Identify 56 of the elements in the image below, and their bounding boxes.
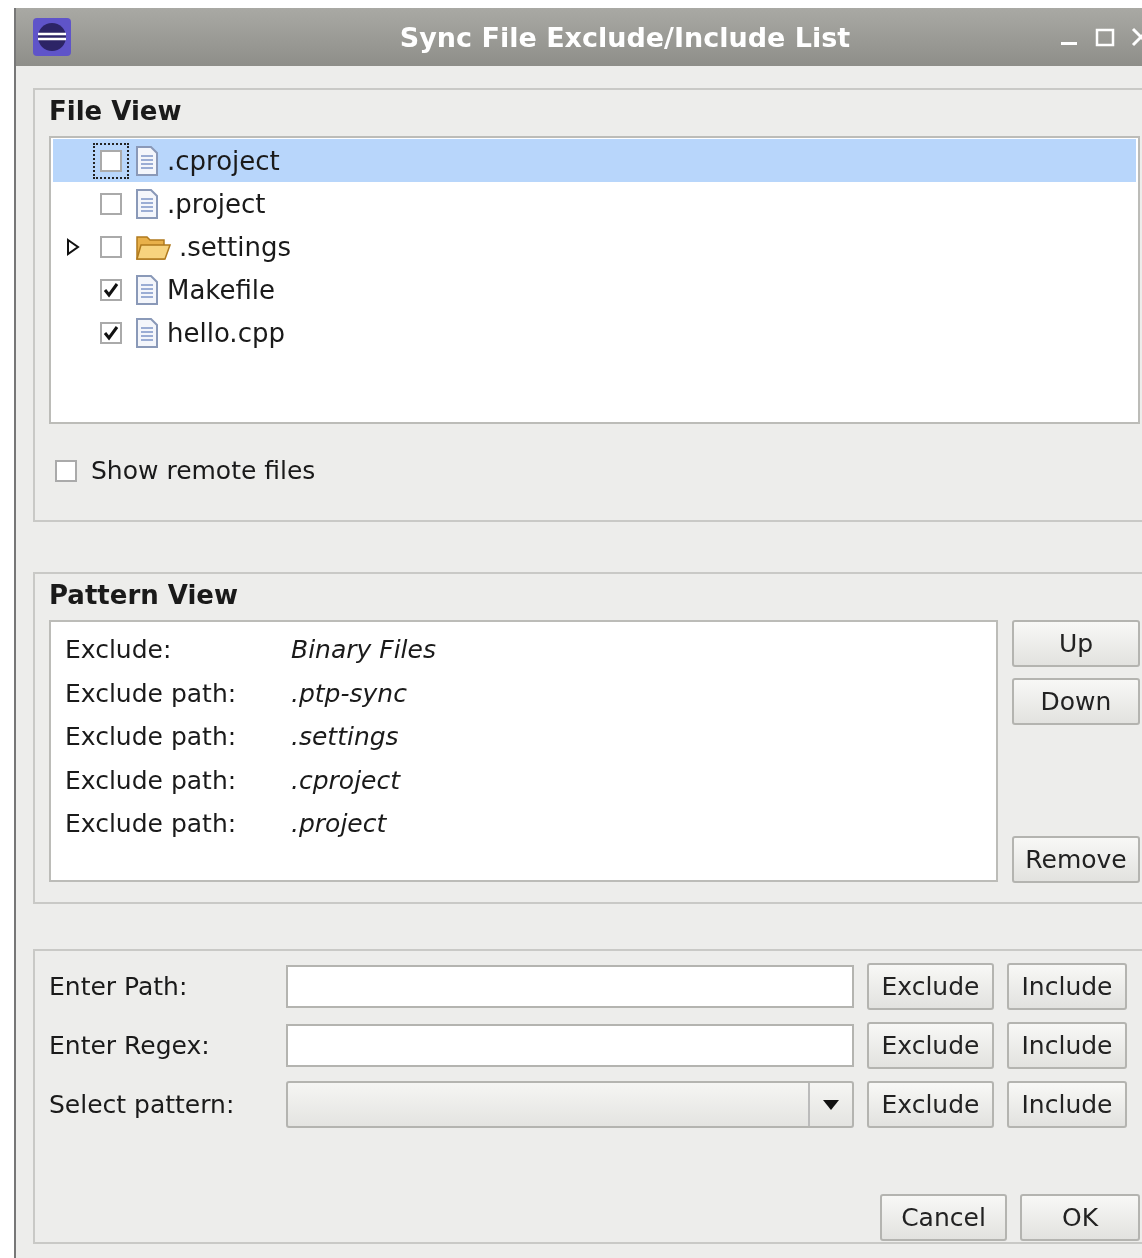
tree-row[interactable]: .project (53, 182, 1136, 225)
file-name: .project (167, 188, 266, 219)
checkbox[interactable] (100, 149, 122, 172)
tree-row[interactable]: hello.cpp (53, 311, 1136, 354)
file-name: Makefile (167, 274, 276, 305)
file-name: .cproject (167, 145, 280, 176)
pattern-type: Exclude: (65, 635, 173, 665)
checkbox[interactable] (100, 278, 122, 301)
pattern-value: .settings (291, 722, 399, 752)
input-field[interactable] (286, 1024, 854, 1067)
file-icon (135, 274, 159, 305)
file-icon (135, 188, 159, 219)
pattern-dropdown[interactable] (286, 1081, 854, 1128)
pattern-type: Exclude path: (65, 722, 238, 752)
maximize-icon[interactable] (1094, 26, 1116, 48)
action-button[interactable]: Include (1007, 963, 1127, 1010)
dropdown-arrow-icon (822, 1098, 840, 1111)
pattern-value: .ptp-sync (291, 678, 407, 708)
field-label: Enter Regex: (49, 1031, 211, 1060)
pattern-type: Exclude path: (65, 809, 238, 839)
pattern-value: .project (291, 809, 387, 839)
action-button[interactable]: Exclude (867, 1022, 994, 1069)
input-field[interactable] (286, 965, 854, 1008)
dialog-button[interactable]: OK (1020, 1194, 1140, 1241)
action-button[interactable]: Include (1007, 1081, 1127, 1128)
tree-row[interactable]: .settings (53, 225, 1136, 268)
checkbox[interactable] (100, 192, 122, 215)
action-button[interactable]: Exclude (867, 963, 994, 1010)
field-label: Enter Path: (49, 972, 189, 1001)
file-icon (135, 145, 159, 176)
tree-row[interactable]: Makefile (53, 268, 1136, 311)
expand-arrow-icon[interactable] (66, 237, 80, 256)
checkbox[interactable] (100, 321, 122, 344)
dialog-button[interactable]: Cancel (880, 1194, 1007, 1241)
pattern-type: Exclude path: (65, 765, 238, 795)
file-name: hello.cpp (167, 317, 285, 348)
checkbox-label: Show remote files (91, 456, 316, 485)
tree-row[interactable]: .cproject (53, 139, 1136, 182)
folder-icon (135, 233, 171, 260)
list-button[interactable]: Remove (1012, 836, 1140, 883)
file-name: .settings (179, 231, 291, 262)
pattern-value: Binary Files (291, 635, 436, 665)
app-logo-icon (32, 17, 72, 57)
file-icon (135, 317, 159, 348)
checkbox[interactable] (100, 235, 122, 258)
window-title: Sync File Exclude/Include List (398, 21, 851, 53)
group-title: File View (49, 96, 183, 126)
list-button[interactable]: Down (1012, 678, 1140, 725)
action-button[interactable]: Include (1007, 1022, 1127, 1069)
group-title: Pattern View (49, 580, 239, 610)
action-button[interactable]: Exclude (867, 1081, 994, 1128)
field-label: Select pattern: (49, 1090, 236, 1119)
pattern-type: Exclude path: (65, 678, 238, 708)
pattern-value: .cproject (291, 765, 400, 795)
checkbox[interactable] (55, 459, 77, 482)
list-button[interactable]: Up (1012, 620, 1140, 667)
